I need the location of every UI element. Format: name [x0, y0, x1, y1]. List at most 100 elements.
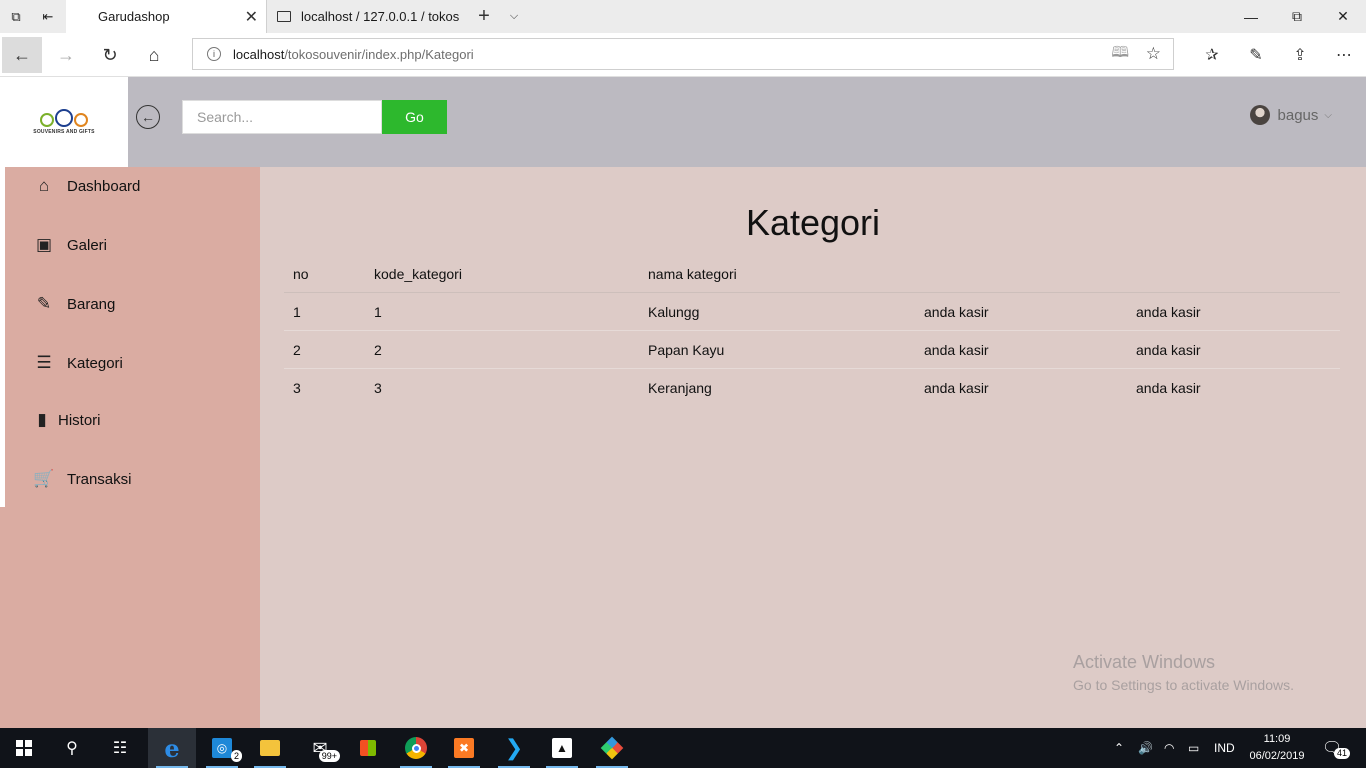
main-content: Kategori no kode_kategori nama kategori …	[260, 167, 1366, 728]
language-indicator[interactable]: IND	[1214, 728, 1235, 768]
table-row: 2 2 Papan Kayu anda kasir anda kasir	[284, 330, 1340, 369]
cell-action-2[interactable]: anda kasir	[1127, 369, 1340, 407]
avatar	[1249, 105, 1270, 125]
address-bar[interactable]: i localhost/tokosouvenir/index.php/Kateg…	[192, 38, 1174, 70]
table-header-row: no kode_kategori nama kategori	[284, 255, 1340, 293]
web-page: SOUVENIRS AND GIFTS ← Go bagus ⌵ ⌂ Dashb…	[0, 77, 1366, 728]
notification-center-icon[interactable]: 🗨 41	[1322, 728, 1351, 768]
chrome-icon[interactable]	[392, 728, 440, 768]
url-path: /tokosouvenir/index.php/Kategori	[284, 46, 474, 62]
sidebar-item-barang[interactable]: ✎ Barang	[34, 294, 116, 314]
cell-action-1[interactable]: anda kasir	[915, 292, 1127, 331]
sidebar-item-galeri[interactable]: ▣ Galeri	[34, 235, 107, 255]
network-wifi-icon[interactable]: ◠	[1164, 728, 1174, 768]
sidebar-item-label: Histori	[58, 411, 101, 429]
tab-phpmyadmin[interactable]: localhost / 127.0.0.1 / tokos	[266, 0, 466, 33]
go-button[interactable]: Go	[382, 100, 447, 134]
photos-icon[interactable]: ▲	[538, 728, 586, 768]
volume-icon[interactable]: 🔊	[1138, 728, 1153, 768]
cell-no: 2	[284, 330, 365, 369]
column-header-kode-kategori: kode_kategori	[365, 255, 639, 293]
cell-action-1[interactable]: anda kasir	[915, 330, 1127, 369]
xampp-icon[interactable]: ✖	[440, 728, 488, 768]
chevron-down-icon: ⌵	[1324, 109, 1332, 121]
cell-nama: Kalungg	[639, 292, 915, 331]
user-name: bagus	[1277, 106, 1319, 124]
sidebar-item-dashboard[interactable]: ⌂ Dashboard	[34, 176, 141, 196]
cell-kode: 3	[374, 380, 382, 396]
tab-manager-icon[interactable]: ⧉	[0, 0, 32, 33]
top-header: ← Go bagus ⌵	[128, 77, 1366, 167]
system-clock[interactable]: 11:09 06/02/2019	[1240, 731, 1314, 765]
minimize-icon[interactable]: —	[1228, 0, 1274, 33]
close-window-icon[interactable]: ✕	[1320, 0, 1366, 33]
gift-logo-icon	[40, 109, 88, 127]
store-badge: 99+	[318, 750, 340, 762]
mail-app-icon[interactable]: ◎ 2	[198, 728, 246, 768]
site-logo[interactable]: SOUVENIRS AND GIFTS	[0, 77, 128, 167]
mail-envelope-icon[interactable]: ✉ 99+	[296, 728, 344, 768]
address-bar-row: ← → ↻ ⌂ i localhost/tokosouvenir/index.p…	[0, 33, 1366, 77]
user-menu[interactable]: bagus ⌵	[1249, 105, 1332, 125]
favorites-list-icon[interactable]: ✰	[1194, 39, 1230, 71]
file-explorer-icon[interactable]	[246, 728, 294, 768]
tab-preview-chevron-icon[interactable]: ⌵	[502, 0, 526, 33]
sidebar-item-label: Dashboard	[67, 177, 141, 195]
column-header-nama-kategori: nama kategori	[639, 255, 915, 293]
search-icon[interactable]: ⚲	[48, 728, 96, 768]
table-row: 3 3 Keranjang anda kasir anda kasir	[284, 369, 1340, 407]
vscode-icon[interactable]: ❯	[490, 728, 538, 768]
list-icon: ☰	[36, 353, 52, 372]
git-icon[interactable]	[588, 728, 636, 768]
forward-arrow-icon[interactable]: →	[46, 37, 86, 73]
cell-action-2[interactable]: anda kasir	[1127, 292, 1340, 331]
sidebar-item-transaksi[interactable]: 🛒 Transaksi	[33, 469, 132, 489]
browser-tab-strip: ⧉ ⇤ Garudashop ✕ localhost / 127.0.0.1 /…	[0, 0, 1366, 33]
cell-kode: 1	[365, 292, 639, 331]
tab-title: Garudashop	[98, 9, 170, 24]
sidebar-item-histori[interactable]: ▮ Histori	[34, 410, 101, 430]
column-header-action-1	[915, 255, 1127, 293]
reading-view-icon[interactable]: 🕮	[1111, 42, 1129, 67]
share-icon[interactable]: ⇪	[1282, 39, 1318, 71]
restore-icon[interactable]: ⧉	[1274, 0, 1320, 33]
column-header-action-2	[1127, 255, 1340, 293]
page-title: Kategori	[745, 202, 881, 243]
sidebar-item-label: Transaksi	[67, 470, 132, 488]
new-tab-icon[interactable]: +	[470, 0, 498, 33]
mail-badge: 2	[230, 750, 242, 762]
sidebar: ⌂ Dashboard ▣ Galeri ✎ Barang ☰ Kategori…	[0, 167, 260, 728]
store-icon[interactable]	[344, 728, 392, 768]
back-arrow-icon[interactable]: ←	[2, 37, 42, 73]
refresh-icon[interactable]: ↻	[90, 37, 130, 73]
edge-browser-icon[interactable]: e	[148, 728, 196, 768]
table-row: 1 1 Kalungg anda kasir anda kasir	[284, 292, 1340, 331]
tab-garudashop[interactable]: Garudashop ✕	[66, 0, 266, 33]
url-host: localhost	[233, 46, 285, 62]
page-icon	[277, 11, 291, 22]
cell-no: 1	[284, 292, 365, 331]
set-tabs-aside-icon[interactable]: ⇤	[32, 0, 64, 33]
battery-icon[interactable]: ▭	[1188, 728, 1199, 768]
sidebar-item-kategori[interactable]: ☰ Kategori	[34, 353, 123, 373]
task-view-icon[interactable]: ☷	[96, 728, 144, 768]
show-hidden-icons-chevron-icon[interactable]: ⌃	[1114, 728, 1124, 768]
search-input[interactable]	[182, 100, 382, 134]
cell-nama: Keranjang	[648, 380, 712, 396]
site-info-icon[interactable]: i	[207, 47, 221, 61]
favorite-star-icon[interactable]: ☆	[1146, 44, 1161, 64]
clock-time: 11:09	[1263, 733, 1291, 745]
close-tab-icon[interactable]: ✕	[245, 7, 258, 27]
web-note-pen-icon[interactable]: ✎	[1238, 39, 1274, 71]
cell-action-1[interactable]: anda kasir	[915, 369, 1127, 407]
windows-taskbar: ⚲ ☷ e ◎ 2 ✉ 99+ ✖ ❯ ▲ ⌃ 🔊 ◠ ▭ IND 11:09 …	[0, 728, 1366, 768]
home-icon: ⌂	[38, 176, 50, 195]
pencil-icon: ✎	[36, 294, 52, 313]
column-header-no: no	[284, 255, 365, 293]
more-menu-icon[interactable]: ⋯	[1326, 39, 1362, 71]
windows-start-icon[interactable]	[0, 728, 48, 768]
cell-action-2[interactable]: anda kasir	[1127, 330, 1340, 369]
home-icon[interactable]: ⌂	[134, 37, 174, 73]
sidebar-toggle-arrow-icon[interactable]: ←	[136, 105, 160, 129]
cell-kode: 2	[365, 330, 639, 369]
